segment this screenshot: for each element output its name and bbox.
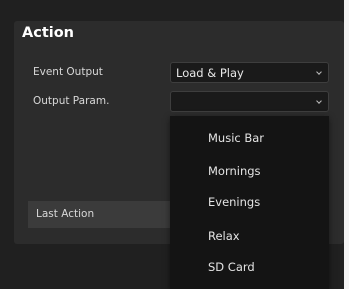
dropdown-option-relax[interactable]: Relax: [208, 229, 240, 243]
section-title: Action: [22, 25, 75, 41]
dropdown-option-mornings[interactable]: Mornings: [208, 164, 261, 178]
dropdown-option-music-bar[interactable]: Music Bar: [208, 131, 264, 145]
event-output-select[interactable]: Load & Play: [170, 62, 329, 83]
dropdown-option-sd-card[interactable]: SD Card: [208, 260, 255, 274]
last-action-row: Last Action: [28, 201, 173, 228]
last-action-label: Last Action: [36, 208, 95, 220]
dropdown-option-evenings[interactable]: Evenings: [208, 195, 260, 209]
chevron-down-icon: [316, 69, 322, 75]
output-param-select[interactable]: [170, 91, 329, 112]
event-output-label: Event Output: [33, 66, 103, 78]
output-param-dropdown: Music Bar Mornings Evenings Relax SD Car…: [170, 116, 329, 289]
event-output-value: Load & Play: [176, 66, 244, 80]
chevron-down-icon: [316, 98, 322, 104]
output-param-label: Output Param.: [33, 95, 110, 107]
